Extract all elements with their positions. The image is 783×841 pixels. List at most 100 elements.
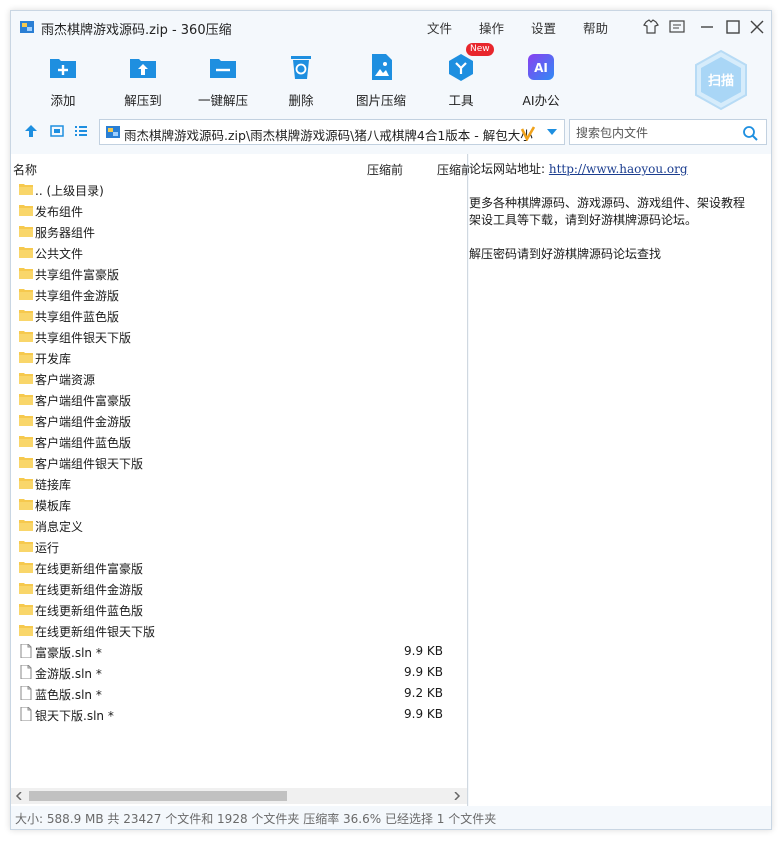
search-icon[interactable] <box>742 125 758 141</box>
file-row[interactable]: 消息定义 <box>19 515 459 536</box>
file-row[interactable]: 共享组件银天下版 <box>19 326 459 347</box>
file-row[interactable]: 客户端组件富豪版 <box>19 389 459 410</box>
file-name: 客户端资源 <box>35 373 96 387</box>
file-row[interactable]: 在线更新组件银天下版 <box>19 620 459 641</box>
skin-icon[interactable] <box>641 17 661 37</box>
file-name: 富豪版.sln * <box>35 646 102 660</box>
one-click-extract-button[interactable]: 一键解压 <box>185 45 261 111</box>
chevron-down-icon[interactable] <box>546 127 558 137</box>
extract-to-button[interactable]: 解压到 <box>105 45 181 111</box>
folder-icon <box>19 373 33 384</box>
folder-icon <box>19 394 33 405</box>
file-row[interactable]: 在线更新组件金游版 <box>19 578 459 599</box>
file-size: 9.2 KB <box>404 686 443 700</box>
file-row[interactable]: 运行 <box>19 536 459 557</box>
file-icon <box>20 665 32 679</box>
comment-line-2: 更多各种棋牌源码、游戏源码、游戏组件、架设教程 <box>469 196 746 210</box>
file-row[interactable]: 客户端组件金游版 <box>19 410 459 431</box>
image-compress-button[interactable]: 图片压缩 <box>343 45 419 111</box>
file-row[interactable]: 发布组件 <box>19 200 459 221</box>
folder-icon <box>19 310 33 321</box>
file-row[interactable]: 在线更新组件富豪版 <box>19 557 459 578</box>
file-name: 链接库 <box>35 478 72 492</box>
file-row[interactable]: 客户端组件银天下版 <box>19 452 459 473</box>
folder-icon <box>19 562 33 573</box>
list-view-icon[interactable] <box>73 123 89 139</box>
file-name: 共享组件金游版 <box>35 289 120 303</box>
file-name: 在线更新组件蓝色版 <box>35 604 144 618</box>
menu-help[interactable]: 帮助 <box>583 18 608 37</box>
file-row[interactable]: 蓝色版.sln * 9.2 KB <box>19 683 459 704</box>
menu-operate[interactable]: 操作 <box>479 18 504 37</box>
ai-office-button[interactable]: AI AI办公 <box>503 45 579 111</box>
file-row[interactable]: 银天下版.sln * 9.9 KB <box>19 704 459 725</box>
file-row[interactable]: 开发库 <box>19 347 459 368</box>
title-bar: 雨杰棋牌游戏源码.zip - 360压缩 文件 操作 设置 帮助 <box>11 11 771 43</box>
folder-icon <box>19 478 33 489</box>
add-icon <box>50 59 76 78</box>
scan-label: 扫描 <box>708 73 734 89</box>
close-icon[interactable] <box>747 17 767 37</box>
file-row[interactable]: 服务器组件 <box>19 221 459 242</box>
file-name: 发布组件 <box>35 205 84 219</box>
scrollbar-thumb[interactable] <box>29 791 287 801</box>
column-header-after[interactable]: 压缩前 <box>437 161 473 178</box>
scan-button[interactable]: 扫描 <box>693 49 749 111</box>
file-row[interactable]: 链接库 <box>19 473 459 494</box>
folder-icon <box>19 541 33 552</box>
file-row[interactable]: 客户端组件蓝色版 <box>19 431 459 452</box>
file-row[interactable]: 共享组件金游版 <box>19 284 459 305</box>
file-name: .. (上级目录) <box>35 184 104 198</box>
folder-icon <box>19 436 33 447</box>
path-bar[interactable]: 雨杰棋牌游戏源码.zip\雨杰棋牌游戏源码\猪八戒棋牌4合1版本 - 解包大小 <box>99 119 565 145</box>
file-name: 金游版.sln * <box>35 667 102 681</box>
file-row[interactable]: 客户端资源 <box>19 368 459 389</box>
file-name: 蓝色版.sln * <box>35 688 102 702</box>
file-row[interactable]: 公共文件 <box>19 242 459 263</box>
forum-address-label: 论坛网站地址: <box>469 162 546 176</box>
file-row[interactable]: 共享组件蓝色版 <box>19 305 459 326</box>
file-name: 在线更新组件富豪版 <box>35 562 144 576</box>
column-header-before[interactable]: 压缩前 <box>367 161 403 178</box>
scroll-right-icon[interactable] <box>453 792 461 800</box>
add-button[interactable]: 添加 <box>25 45 101 111</box>
file-row[interactable]: .. (上级目录) <box>19 179 459 200</box>
tools-label: 工具 <box>448 93 474 108</box>
search-input[interactable] <box>574 123 738 143</box>
ai-office-label: AI办公 <box>522 93 560 108</box>
file-row[interactable]: 金游版.sln * 9.9 KB <box>19 662 459 683</box>
forum-link[interactable]: http://www.haoyou.org <box>549 162 688 176</box>
window-title: 雨杰棋牌游戏源码.zip - 360压缩 <box>41 23 232 38</box>
folder-icon <box>19 226 33 237</box>
horizontal-scrollbar[interactable] <box>11 788 467 804</box>
folder-icon <box>19 184 33 195</box>
file-icon <box>20 707 32 721</box>
app-window: 雨杰棋牌游戏源码.zip - 360压缩 文件 操作 设置 帮助 添加 解压到 … <box>10 10 772 830</box>
thumbnail-view-icon[interactable] <box>49 123 65 139</box>
file-row[interactable]: 在线更新组件蓝色版 <box>19 599 459 620</box>
feedback-icon[interactable] <box>667 17 687 37</box>
folder-icon <box>19 268 33 279</box>
extract-to-icon <box>130 59 156 78</box>
scroll-left-icon[interactable] <box>15 792 23 800</box>
search-box <box>569 119 767 145</box>
column-header-name[interactable]: 名称 <box>13 161 37 178</box>
file-size: 9.9 KB <box>404 644 443 658</box>
file-row[interactable]: 共享组件富豪版 <box>19 263 459 284</box>
archive-app-icon <box>20 21 34 33</box>
path-text: 雨杰棋牌游戏源码.zip\雨杰棋牌游戏源码\猪八戒棋牌4合1版本 - 解包大小 <box>124 128 533 143</box>
up-arrow-icon[interactable] <box>23 123 39 139</box>
file-row[interactable]: 富豪版.sln * 9.9 KB <box>19 641 459 662</box>
ai-office-icon: AI <box>528 54 554 80</box>
maximize-icon[interactable] <box>723 17 743 37</box>
menu-file[interactable]: 文件 <box>427 18 452 37</box>
minimize-icon[interactable] <box>697 17 717 37</box>
delete-button[interactable]: 删除 <box>263 45 339 111</box>
file-icon <box>20 686 32 700</box>
file-row[interactable]: 模板库 <box>19 494 459 515</box>
menu-settings[interactable]: 设置 <box>531 18 556 37</box>
status-bar: 大小: 588.9 MB 共 23427 个文件和 1928 个文件夹 压缩率 … <box>15 812 497 826</box>
tools-button[interactable]: New 工具 <box>423 43 499 111</box>
folder-icon <box>19 457 33 468</box>
folder-icon <box>19 499 33 510</box>
